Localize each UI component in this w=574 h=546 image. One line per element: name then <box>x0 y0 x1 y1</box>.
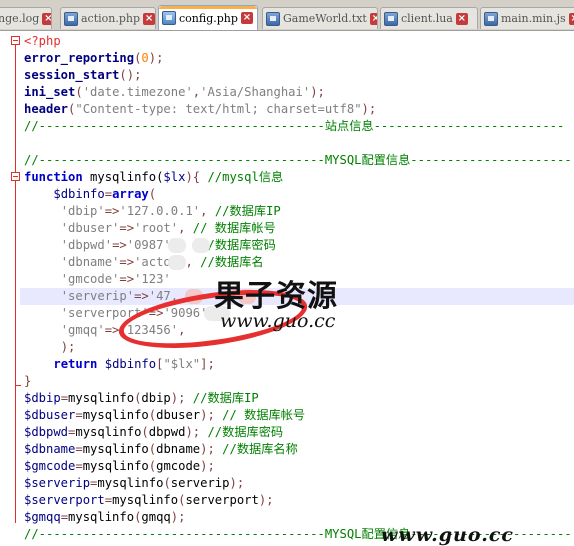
code-line: 'dbpwd'=>'0987', //数据库密码 <box>60 238 276 252</box>
tab-gameworld-txt[interactable]: GameWorld.txt × <box>262 7 378 29</box>
code-line: $serverport=mysqlinfo(serverport); <box>24 493 274 507</box>
fold-end-marker <box>15 385 21 386</box>
code-line: 'gmcode'=>'123' <box>60 272 171 286</box>
code-line: ); <box>60 340 76 354</box>
code-editor[interactable]: <?php error_reporting(0); session_start(… <box>0 31 574 546</box>
code-line: ini_set('date.timezone','Asia/Shanghai')… <box>24 85 325 99</box>
code-line: $dbname=mysqlinfo(dbname); //数据库名称 <box>24 442 298 456</box>
code-line: $dbinfo=array( <box>53 187 157 201</box>
code-line: <?php <box>24 34 61 48</box>
code-line: $dbip=mysqlinfo(dbip); //数据库IP <box>24 391 259 405</box>
tab-action-php[interactable]: action.php × <box>60 7 156 29</box>
code-line: $dbuser=mysqlinfo(dbuser); // 数据库帐号 <box>24 408 306 422</box>
file-icon <box>162 11 176 25</box>
close-icon[interactable]: × <box>240 12 253 24</box>
watermark-title: 果子资源 <box>214 279 338 314</box>
watermark-corner: www.guo.cc <box>381 524 514 546</box>
code-line: 'dbuser'=>'root', // 数据库帐号 <box>60 221 276 235</box>
code-line: error_reporting(0); <box>24 51 164 65</box>
tab-main-min-js[interactable]: main.min.js × <box>480 7 574 29</box>
file-icon <box>484 11 498 26</box>
tab-client-lua[interactable]: client.lua × <box>380 7 478 29</box>
file-icon <box>64 11 78 26</box>
tab-label: main.min.js <box>501 12 566 25</box>
code-line: 'dbname'=>'actor', //数据库名 <box>60 255 264 269</box>
watermark-url: www.guo.cc <box>220 310 336 332</box>
code-line: 'serverip'=>'47. <box>60 289 179 303</box>
code-line: $dbpwd=mysqlinfo(dbpwd); //数据库密码 <box>24 425 284 439</box>
code-line: session_start(); <box>24 68 142 82</box>
close-icon[interactable]: × <box>42 12 51 25</box>
code-line: 'dbip'=>'127.0.0.1', //数据库IP <box>60 204 281 218</box>
tab-label: client.lua <box>401 12 453 25</box>
code-line: } <box>24 374 32 388</box>
redaction-blur <box>192 238 210 253</box>
code-line: //--------------------------------------… <box>24 153 572 167</box>
code-line: header("Content-type: text/html; charset… <box>24 102 377 116</box>
tab-label: nge.log <box>0 12 40 25</box>
tab-nge-log[interactable]: nge.log × <box>0 7 52 29</box>
code-line: //--------------------------------------… <box>24 119 565 133</box>
tab-config-php[interactable]: config.php × <box>158 5 258 30</box>
code-line: return $dbinfo["$lx"]; <box>53 357 215 371</box>
file-icon <box>384 11 398 26</box>
code-line: function mysqlinfo($lx){ //mysql信息 <box>24 170 284 184</box>
code-line: $gmcode=mysqlinfo(gmcode); <box>24 459 215 473</box>
close-icon[interactable]: × <box>455 12 468 25</box>
fold-margin <box>0 31 20 537</box>
tab-label: GameWorld.txt <box>283 12 367 25</box>
tab-label: action.php <box>81 12 141 25</box>
fold-toggle-icon[interactable] <box>11 172 20 181</box>
fold-toggle-icon[interactable] <box>11 36 20 45</box>
redaction-blur <box>168 238 186 253</box>
redaction-blur <box>168 255 186 270</box>
code-line: $serverip=mysqlinfo(serverip); <box>24 476 245 490</box>
close-icon[interactable]: × <box>369 12 377 25</box>
code-line: $gmqq=mysqlinfo(gmqq); <box>24 510 186 524</box>
close-icon[interactable]: × <box>568 12 574 25</box>
editor-tab-bar: nge.log × action.php × config.php × Game… <box>0 0 574 31</box>
tab-label: config.php <box>179 11 238 25</box>
file-icon <box>266 11 280 26</box>
close-icon[interactable]: × <box>143 12 155 25</box>
fold-line <box>15 45 16 523</box>
